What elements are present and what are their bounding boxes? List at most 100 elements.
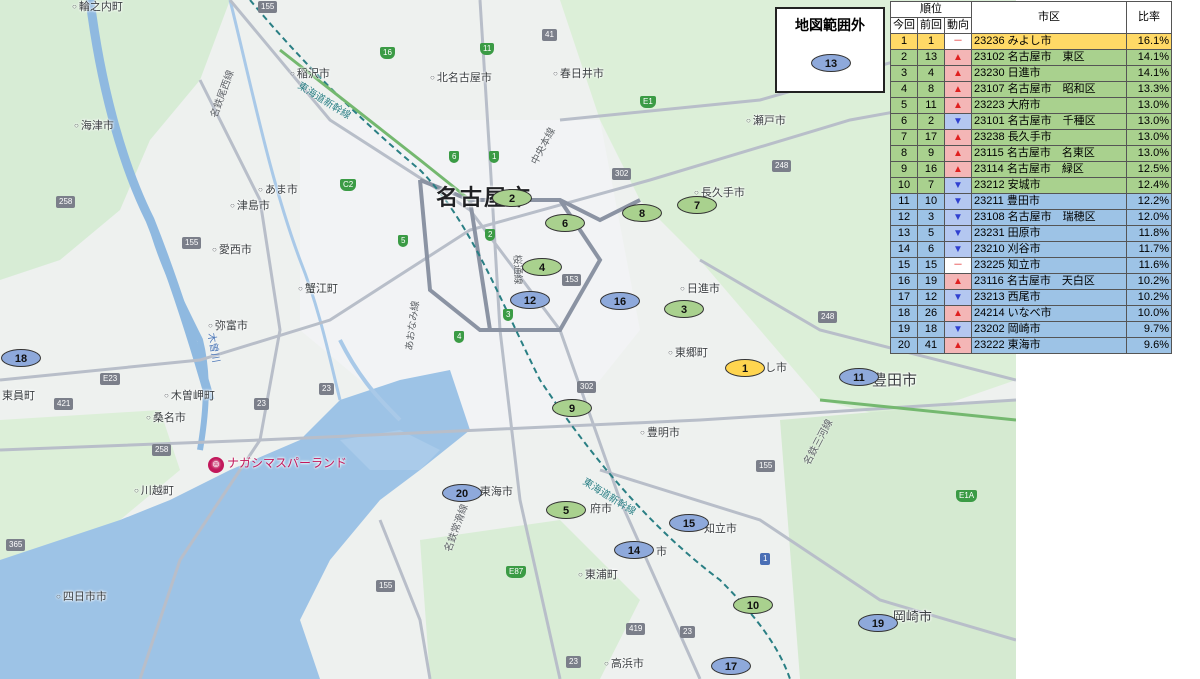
previous-rank-header: 前回 [917, 17, 945, 34]
city-cell: 23114 名古屋市 緑区 [971, 161, 1127, 178]
rank-marker[interactable]: 11 [839, 368, 879, 386]
previous-rank-cell: 6 [917, 241, 945, 258]
city-cell: 23202 岡崎市 [971, 321, 1127, 338]
rank-marker[interactable]: 6 [545, 214, 585, 232]
ratio-cell: 11.6% [1126, 257, 1172, 274]
rank-marker[interactable]: 7 [677, 196, 717, 214]
rank-marker[interactable]: 1 [725, 359, 765, 377]
current-rank-cell: 9 [890, 161, 918, 178]
rank-marker-out-of-range[interactable]: 13 [811, 54, 851, 72]
current-rank-cell: 19 [890, 321, 918, 338]
previous-rank-cell: 11 [917, 97, 945, 114]
rank-marker[interactable]: 4 [522, 258, 562, 276]
ratio-header: 比率 [1126, 1, 1172, 34]
road-shield: E23 [100, 373, 121, 385]
city-cell: 23108 名古屋市 瑞穂区 [971, 209, 1127, 226]
trend-down-icon [944, 113, 972, 130]
city-cell: 23107 名古屋市 昭和区 [971, 81, 1127, 98]
current-rank-cell: 5 [890, 97, 918, 114]
city-cell: 23236 みよし市 [971, 33, 1127, 50]
trend-down-icon [944, 225, 972, 242]
current-rank-cell: 14 [890, 241, 918, 258]
previous-rank-cell: 5 [917, 225, 945, 242]
ratio-cell: 10.2% [1126, 289, 1172, 306]
road-shield: 23 [680, 626, 695, 638]
ratio-cell: 11.8% [1126, 225, 1172, 242]
place-label: 東員町 [2, 390, 35, 402]
rank-marker[interactable]: 8 [622, 204, 662, 222]
rank-marker[interactable]: 9 [552, 399, 592, 417]
current-rank-cell: 3 [890, 65, 918, 82]
rank-marker[interactable]: 2 [492, 189, 532, 207]
place-label: 市 [656, 546, 667, 558]
current-rank-cell: 17 [890, 289, 918, 306]
city-cell: 24214 いなべ市 [971, 305, 1127, 322]
ratio-cell: 10.2% [1126, 273, 1172, 290]
rank-marker[interactable]: 16 [600, 292, 640, 310]
place-label: 輪之内町 [72, 2, 123, 13]
previous-rank-cell: 41 [917, 337, 945, 354]
current-rank-cell: 16 [890, 273, 918, 290]
rank-marker[interactable]: 20 [442, 484, 482, 502]
trend-up-icon [944, 273, 972, 290]
trend-down-icon [944, 177, 972, 194]
previous-rank-cell: 2 [917, 113, 945, 130]
ratio-cell: 12.4% [1126, 177, 1172, 194]
table-row: 2041 23222 東海市9.6% [890, 337, 1172, 354]
ratio-cell: 14.1% [1126, 49, 1172, 66]
ratio-cell: 10.0% [1126, 305, 1172, 322]
road-shield: E87 [506, 566, 527, 578]
road-shield: 155 [182, 237, 202, 249]
road-shield: 153 [562, 274, 582, 286]
current-rank-cell: 18 [890, 305, 918, 322]
rank-marker[interactable]: 19 [858, 614, 898, 632]
road-shield: 23 [319, 383, 334, 395]
place-label: 愛西市 [212, 245, 252, 256]
trend-up-icon [944, 337, 972, 354]
city-cell: 23222 東海市 [971, 337, 1127, 354]
place-label: 津島市 [230, 201, 270, 212]
poi-name: ナガシマスパーランド [227, 456, 348, 470]
rank-marker[interactable]: 14 [614, 541, 654, 559]
table-row: 511 23223 大府市13.0% [890, 97, 1172, 114]
rank-marker[interactable]: 5 [546, 501, 586, 519]
trend-up-icon [944, 65, 972, 82]
place-label: 春日井市 [553, 69, 604, 80]
trend-header: 動向 [944, 17, 972, 34]
previous-rank-cell: 9 [917, 145, 945, 162]
road-shield: 155 [258, 1, 278, 13]
rank-marker[interactable]: 18 [1, 349, 41, 367]
rank-marker[interactable]: 12 [510, 291, 550, 309]
place-label: 府市 [590, 503, 612, 515]
ratio-cell: 13.0% [1126, 145, 1172, 162]
previous-rank-cell: 8 [917, 81, 945, 98]
trend-same-icon [944, 33, 972, 50]
road-shield: 23 [254, 398, 269, 410]
rank-marker[interactable]: 3 [664, 300, 704, 318]
road-shield: 248 [818, 311, 838, 323]
ratio-cell: 13.0% [1126, 129, 1172, 146]
map-view[interactable]: 輪之内町 稲沢市 北名古屋市 春日井市 海津市 瀬戸市 あま市 津島市 長久手市… [0, 0, 1016, 679]
table-row: 213 23102 名古屋市 東区14.1% [890, 49, 1172, 66]
place-label: 海津市 [74, 121, 114, 132]
rank-marker[interactable]: 17 [711, 657, 751, 675]
trend-down-icon [944, 289, 972, 306]
city-cell: 23231 田原市 [971, 225, 1127, 242]
rank-group-header: 順位 [890, 1, 972, 18]
table-row: 146 23210 刈谷市11.7% [890, 241, 1172, 258]
trend-up-icon [944, 305, 972, 322]
city-cell: 23210 刈谷市 [971, 241, 1127, 258]
trend-up-icon [944, 145, 972, 162]
current-rank-cell: 15 [890, 257, 918, 274]
poi-label[interactable]: ☺ ナガシマスパーランド [208, 457, 347, 473]
place-label: 豊明市 [640, 428, 680, 439]
current-rank-cell: 8 [890, 145, 918, 162]
city-cell: 23230 日進市 [971, 65, 1127, 82]
rank-marker[interactable]: 10 [733, 596, 773, 614]
table-row: 62 23101 名古屋市 千種区13.0% [890, 113, 1172, 130]
road-shield: 421 [54, 398, 74, 410]
place-label: 弥富市 [208, 321, 248, 332]
road-shield: 23 [566, 656, 581, 668]
trend-up-icon [944, 161, 972, 178]
rank-marker[interactable]: 15 [669, 514, 709, 532]
